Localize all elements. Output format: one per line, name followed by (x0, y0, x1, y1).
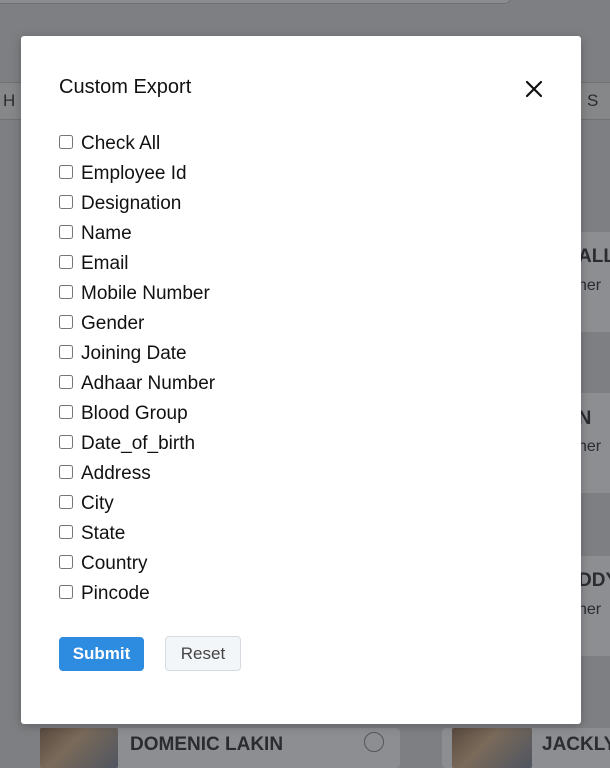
reset-button[interactable]: Reset (165, 636, 241, 671)
checkbox[interactable] (59, 255, 73, 269)
employee-role: ner (578, 277, 602, 294)
option-label: Employee Id (81, 163, 187, 184)
option-country[interactable]: Country (59, 549, 215, 579)
checkbox[interactable] (59, 495, 73, 509)
option-label: Designation (81, 193, 182, 214)
option-label: Check All (81, 133, 161, 154)
option-label: Country (81, 553, 148, 574)
checkbox[interactable] (59, 405, 73, 419)
employee-name: DOMENIC LAKIN (130, 734, 284, 755)
employee-role: ner (578, 601, 602, 618)
option-check-all[interactable]: Check All (59, 129, 215, 159)
checkbox[interactable] (59, 165, 73, 179)
submit-button[interactable]: Submit (59, 637, 144, 671)
option-label: Email (81, 253, 129, 274)
option-label: Adhaar Number (81, 373, 216, 394)
checkbox[interactable] (59, 555, 73, 569)
option-blood-group[interactable]: Blood Group (59, 399, 215, 429)
employee-name: DDY (578, 570, 610, 591)
option-label: Gender (81, 313, 145, 334)
option-gender[interactable]: Gender (59, 309, 215, 339)
checkbox[interactable] (59, 465, 73, 479)
employee-name: JACKLY (542, 734, 610, 755)
checkbox[interactable] (59, 345, 73, 359)
option-date-of-birth[interactable]: Date_of_birth (59, 429, 215, 459)
custom-export-modal: Custom Export Check All Employee Id Desi… (21, 36, 581, 724)
checkbox[interactable] (59, 135, 73, 149)
option-city[interactable]: City (59, 489, 215, 519)
option-adhaar-number[interactable]: Adhaar Number (59, 369, 215, 399)
option-email[interactable]: Email (59, 249, 215, 279)
option-name[interactable]: Name (59, 219, 215, 249)
option-designation[interactable]: Designation (59, 189, 215, 219)
employee-card: DOMENIC LAKIN (40, 728, 400, 768)
checkbox[interactable] (59, 525, 73, 539)
employee-photo (452, 728, 532, 768)
modal-title: Custom Export (59, 76, 192, 98)
export-field-list: Check All Employee Id Designation Name E… (59, 129, 215, 609)
tab-letter: H (3, 91, 17, 110)
search-bar (0, 0, 512, 4)
option-label: Joining Date (81, 343, 187, 364)
option-label: City (81, 493, 114, 514)
checkbox[interactable] (59, 285, 73, 299)
close-button[interactable] (521, 76, 547, 102)
select-radio[interactable] (364, 732, 384, 752)
option-employee-id[interactable]: Employee Id (59, 159, 215, 189)
checkbox[interactable] (59, 225, 73, 239)
checkbox[interactable] (59, 435, 73, 449)
option-label: Mobile Number (81, 283, 210, 304)
option-label: Pincode (81, 583, 150, 604)
employee-photo (40, 728, 118, 768)
employee-name: ALLIN (578, 246, 610, 267)
option-label: Blood Group (81, 403, 188, 424)
employee-card: JACKLY (442, 728, 610, 768)
checkbox[interactable] (59, 195, 73, 209)
checkbox[interactable] (59, 315, 73, 329)
option-joining-date[interactable]: Joining Date (59, 339, 215, 369)
checkbox[interactable] (59, 585, 73, 599)
option-label: Date_of_birth (81, 433, 196, 454)
option-pincode[interactable]: Pincode (59, 579, 215, 609)
option-label: State (81, 523, 126, 544)
employee-role: ner (578, 438, 602, 455)
checkbox[interactable] (59, 375, 73, 389)
option-mobile-number[interactable]: Mobile Number (59, 279, 215, 309)
option-label: Address (81, 463, 151, 484)
option-label: Name (81, 223, 132, 244)
tab-letter: S (587, 91, 600, 110)
close-icon (525, 80, 543, 98)
option-address[interactable]: Address (59, 459, 215, 489)
option-state[interactable]: State (59, 519, 215, 549)
